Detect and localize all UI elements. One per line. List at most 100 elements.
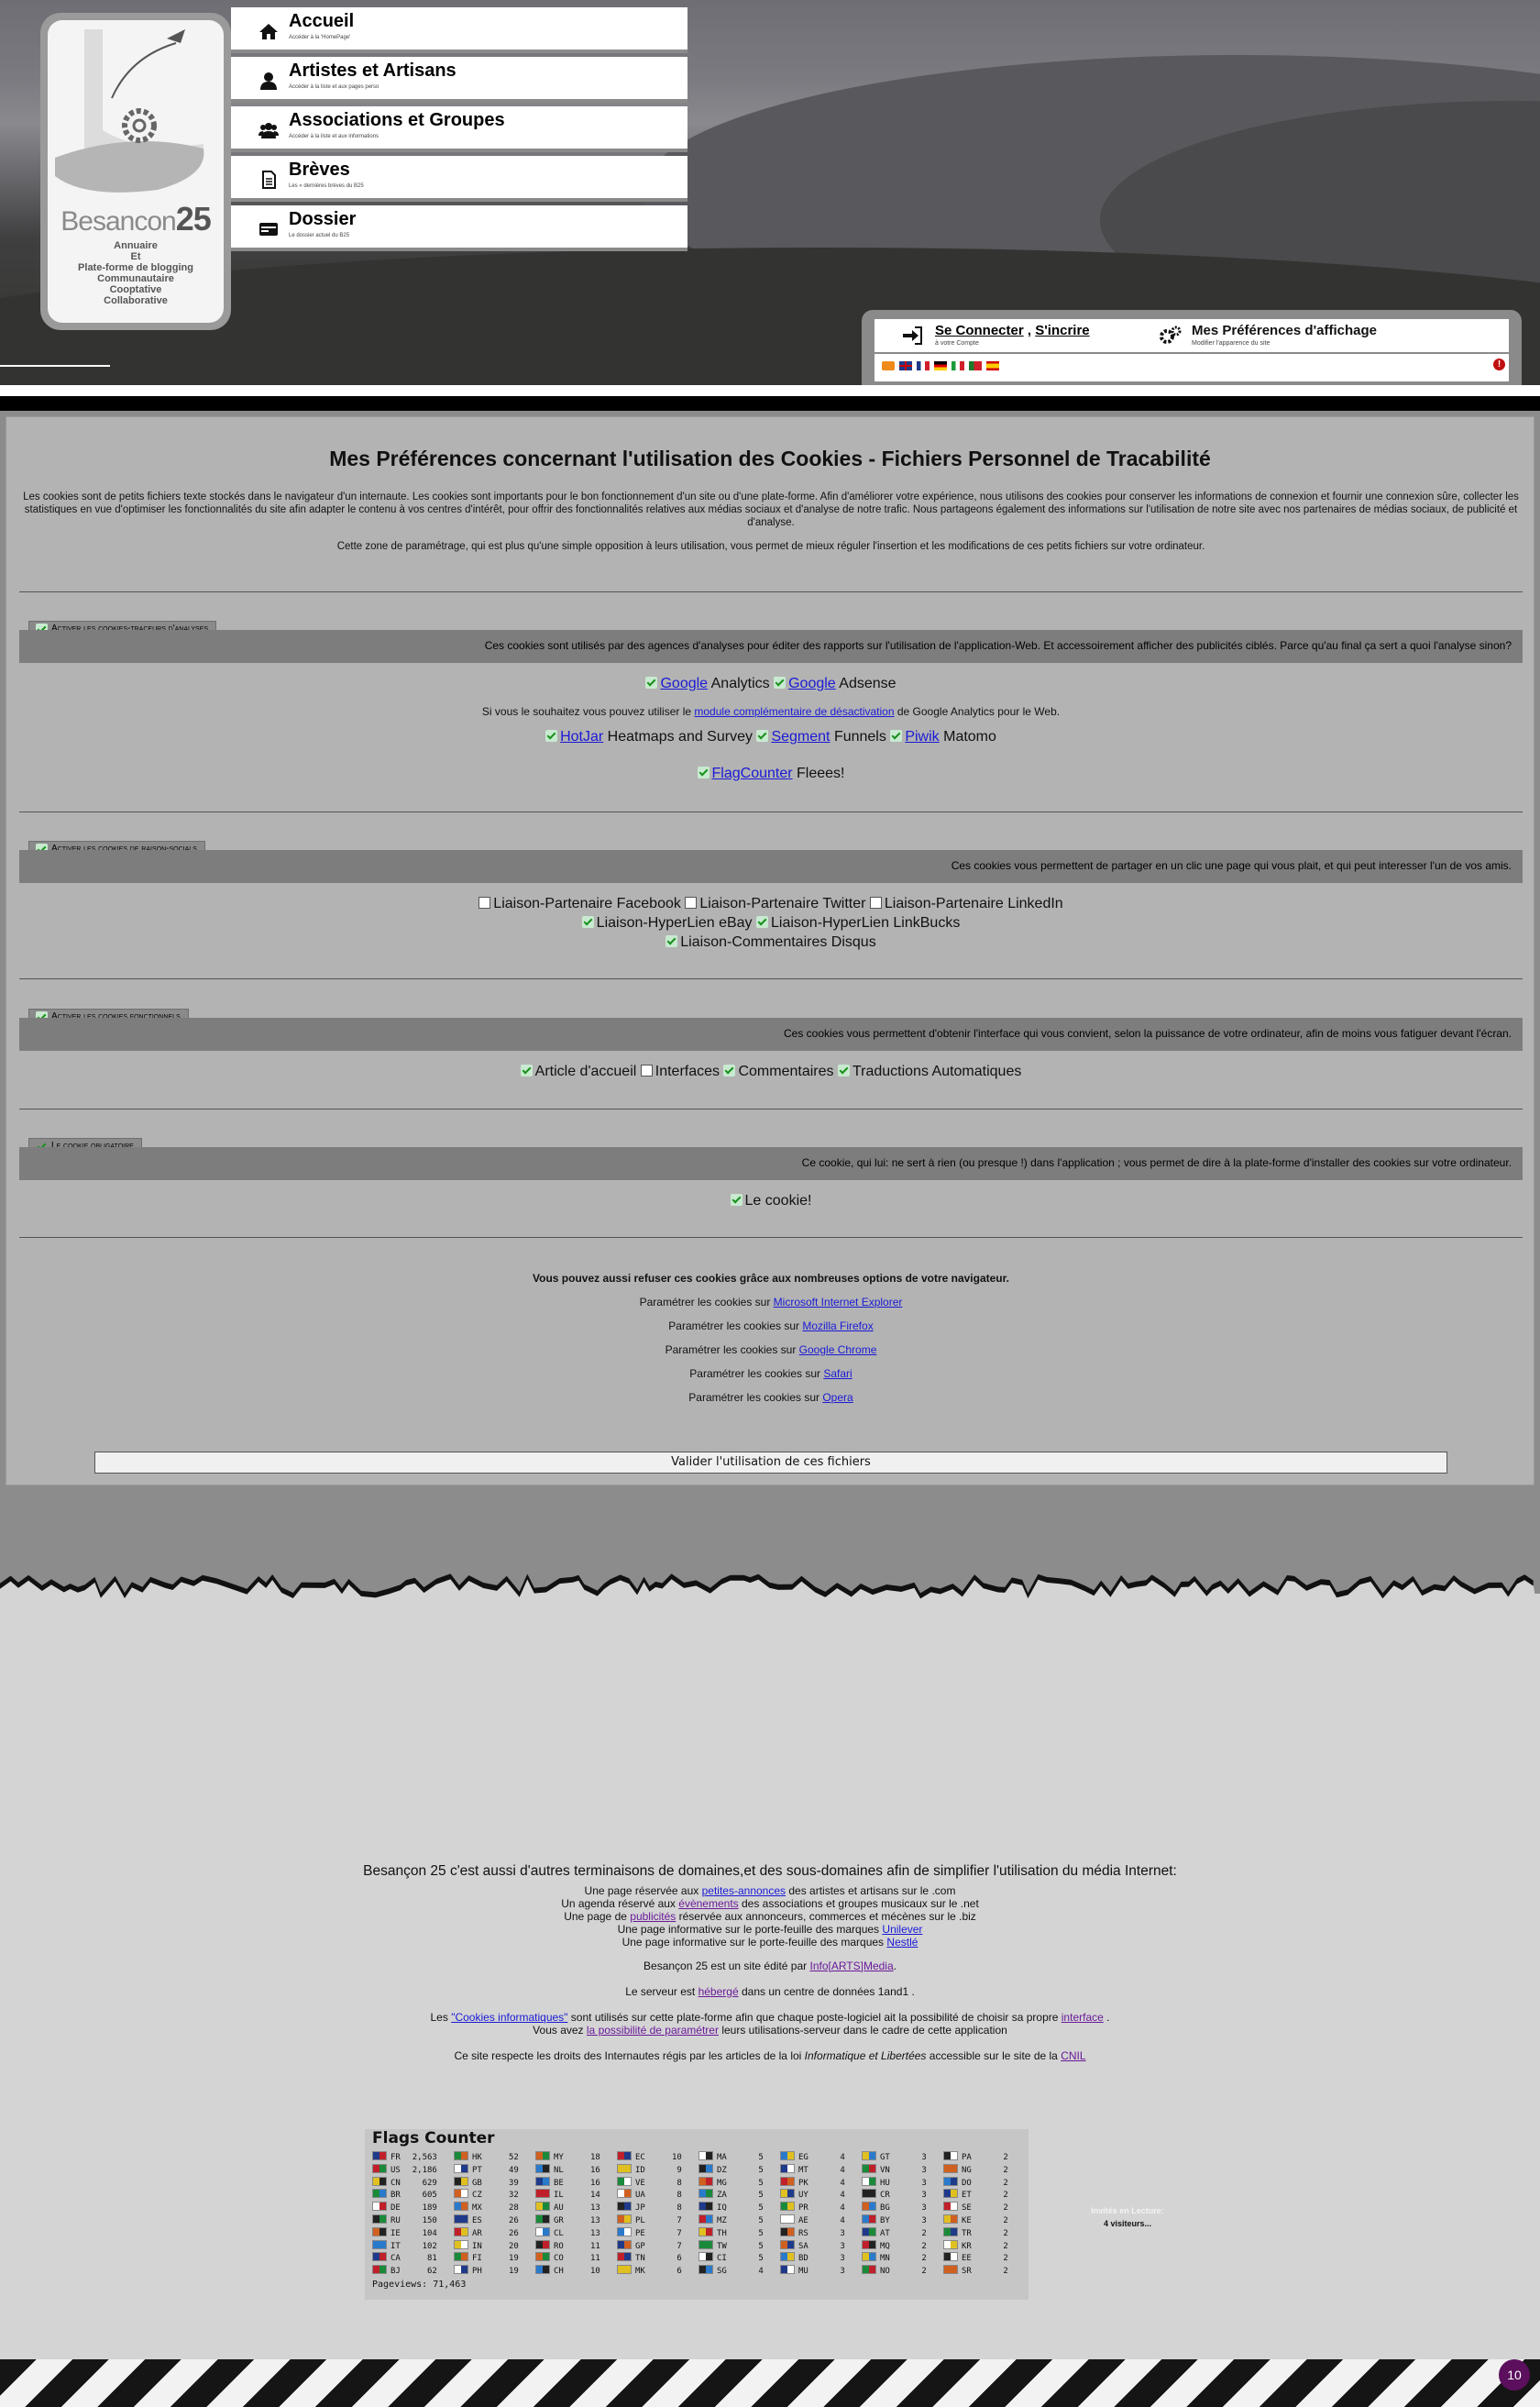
google-analytics-checkbox[interactable] (645, 677, 658, 689)
de-flag-icon[interactable] (934, 361, 947, 370)
country-flag-icon (535, 2163, 550, 2173)
google-link[interactable]: Google (660, 676, 708, 691)
flag-entry: BR 605 (372, 2189, 437, 2202)
host-link[interactable]: hébergé (698, 1985, 739, 1998)
hotjar-link[interactable]: HotJar (560, 729, 603, 745)
country-code: RU (390, 2215, 401, 2225)
country-count: 14 (590, 2191, 600, 2201)
alert-icon[interactable]: ! (1493, 359, 1505, 370)
flags-column: HK 52 PT 49 GB 39 CZ 32 MX 28 ES 26 AR 26 IN 20 FI 19 PH 19 (454, 2151, 519, 2278)
facebook-checkbox[interactable] (478, 897, 491, 909)
mandatory-checkbox[interactable] (730, 1194, 742, 1206)
linkedin-checkbox[interactable] (869, 897, 882, 909)
uk-flag-icon[interactable] (899, 361, 912, 370)
flags-column: PA 2 NG 2 DO 2 ET 2 SE 2 KE 2 TR 2 KR 2 EE 2 SR 2 (943, 2151, 1008, 2278)
country-count: 62 (427, 2267, 437, 2277)
header-banner: Besancon25 Annuaire Et Plate-forme de bl… (0, 0, 1540, 385)
cnil-link[interactable]: CNIL (1061, 2049, 1085, 2062)
nav-item-dossier[interactable]: Dossier Le dossier actuel du B25 (231, 205, 688, 251)
country-count: 7 (676, 2228, 682, 2238)
notification-badge[interactable]: 10 (1499, 2359, 1530, 2390)
firefox-link[interactable]: Mozilla Firefox (802, 1319, 873, 1332)
country-code: AE (798, 2215, 808, 2225)
divider (19, 591, 1523, 592)
nestle-link[interactable]: Nestlé (886, 1936, 918, 1949)
fr-flag-icon[interactable] (917, 361, 930, 370)
flag-entry: CI 5 (698, 2252, 764, 2265)
country-flag-icon (372, 2202, 387, 2212)
opera-link[interactable]: Opera (822, 1391, 852, 1404)
piwik-checkbox[interactable] (890, 730, 903, 742)
country-count: 3 (840, 2228, 845, 2238)
flag-entry: MZ 5 (698, 2214, 764, 2227)
login-link[interactable]: Se Connecter (935, 323, 1024, 338)
unilever-link[interactable]: Unilever (882, 1923, 922, 1936)
flag-entry: EG 4 (780, 2151, 845, 2164)
optout-link[interactable]: module complémentaire de désactivation (694, 705, 894, 718)
interface-link[interactable]: interface (1062, 2011, 1104, 2024)
logo-tagline: Annuaire Et Plate-forme de blogging Comm… (78, 240, 193, 306)
pageviews: Pageviews: 71,463 (372, 2280, 467, 2290)
twitter-checkbox[interactable] (685, 897, 698, 909)
safari-link[interactable]: Safari (823, 1367, 852, 1380)
footer-editor: Besançon 25 est un site édité par Info[A… (644, 1960, 896, 1972)
flag-entry: TH 5 (698, 2226, 764, 2240)
nav-item-accueil[interactable]: Accueil Accéder à la 'HomePage' (231, 7, 688, 53)
country-count: 19 (509, 2254, 519, 2264)
intro-text: Les cookies sont de petits fichiers text… (23, 491, 1519, 528)
nav-item-associations[interactable]: Associations et Groupes Accéder à la lis… (231, 106, 688, 152)
country-count: 102 (422, 2241, 437, 2251)
country-flag-icon (617, 2151, 632, 2160)
pt-flag-icon[interactable] (969, 361, 982, 370)
prefs-label: Mes Préférences d'affichage (1192, 323, 1377, 338)
country-code: BG (880, 2203, 890, 2214)
interfaces-checkbox[interactable] (640, 1065, 653, 1077)
ie-link[interactable]: Microsoft Internet Explorer (774, 1296, 903, 1308)
comments-checkbox[interactable] (723, 1065, 736, 1077)
rss-icon[interactable] (882, 361, 895, 370)
translations-checkbox[interactable] (837, 1065, 850, 1077)
es-flag-icon[interactable] (986, 361, 999, 370)
chrome-link[interactable]: Google Chrome (799, 1343, 877, 1356)
country-code: ZA (717, 2191, 727, 2201)
login-sub: à votre Compte (935, 340, 979, 347)
linkbucks-checkbox[interactable] (756, 916, 768, 928)
hotjar-checkbox[interactable] (545, 730, 558, 742)
it-flag-icon[interactable] (952, 361, 964, 370)
country-count: 16 (590, 2178, 600, 2188)
settings-link[interactable]: la possibilité de paramétrer (587, 2024, 719, 2037)
ads-link[interactable]: publicités (630, 1910, 676, 1923)
nav-item-artistes[interactable]: Artistes et Artisans Accéder à la liste … (231, 57, 688, 103)
site-logo[interactable]: Besancon25 Annuaire Et Plate-forme de bl… (40, 13, 231, 330)
editor-link[interactable]: Info[ARTS]Media (809, 1960, 893, 1972)
classifieds-link[interactable]: petites-annonces (702, 1884, 786, 1897)
segment-checkbox[interactable] (756, 730, 769, 742)
nav-item-breves[interactable]: Brèves Les « dernières brèves du B25 (231, 156, 688, 202)
country-count: 5 (758, 2203, 764, 2214)
country-flag-icon (372, 2163, 387, 2173)
signup-link[interactable]: S'incrire (1035, 323, 1089, 338)
google-adsense-checkbox[interactable] (774, 677, 786, 689)
events-link[interactable]: évènements (678, 1897, 738, 1910)
flag-entry: MK 6 (617, 2265, 682, 2278)
country-flag-icon (780, 2176, 795, 2186)
country-count: 39 (509, 2178, 519, 2188)
cookies-link[interactable]: "Cookies informatiques" (451, 2011, 567, 2024)
flagcounter-link[interactable]: FlagCounter (712, 766, 793, 781)
ebay-checkbox[interactable] (581, 916, 594, 928)
flag-entry: BJ 62 (372, 2265, 437, 2278)
validate-button[interactable]: Valider l'utilisation de ces fichiers (94, 1452, 1447, 1474)
flag-entry: CH 10 (535, 2265, 600, 2278)
segment-link[interactable]: Segment (771, 729, 830, 745)
country-flag-icon (372, 2239, 387, 2249)
flagcounter-checkbox[interactable] (697, 767, 710, 778)
country-flag-icon (454, 2265, 468, 2275)
country-code: KE (962, 2215, 972, 2225)
piwik-link[interactable]: Piwik (905, 729, 939, 745)
google-link[interactable]: Google (788, 676, 836, 691)
article-checkbox[interactable] (520, 1065, 533, 1077)
disqus-checkbox[interactable] (666, 935, 678, 947)
flags-counter-widget[interactable]: Flags Counter FR 2,563 US 2,186 CN 629 BR 605 DE… (365, 2129, 1028, 2300)
country-count: 3 (921, 2203, 927, 2214)
flag-entry: MX 28 (454, 2202, 519, 2214)
